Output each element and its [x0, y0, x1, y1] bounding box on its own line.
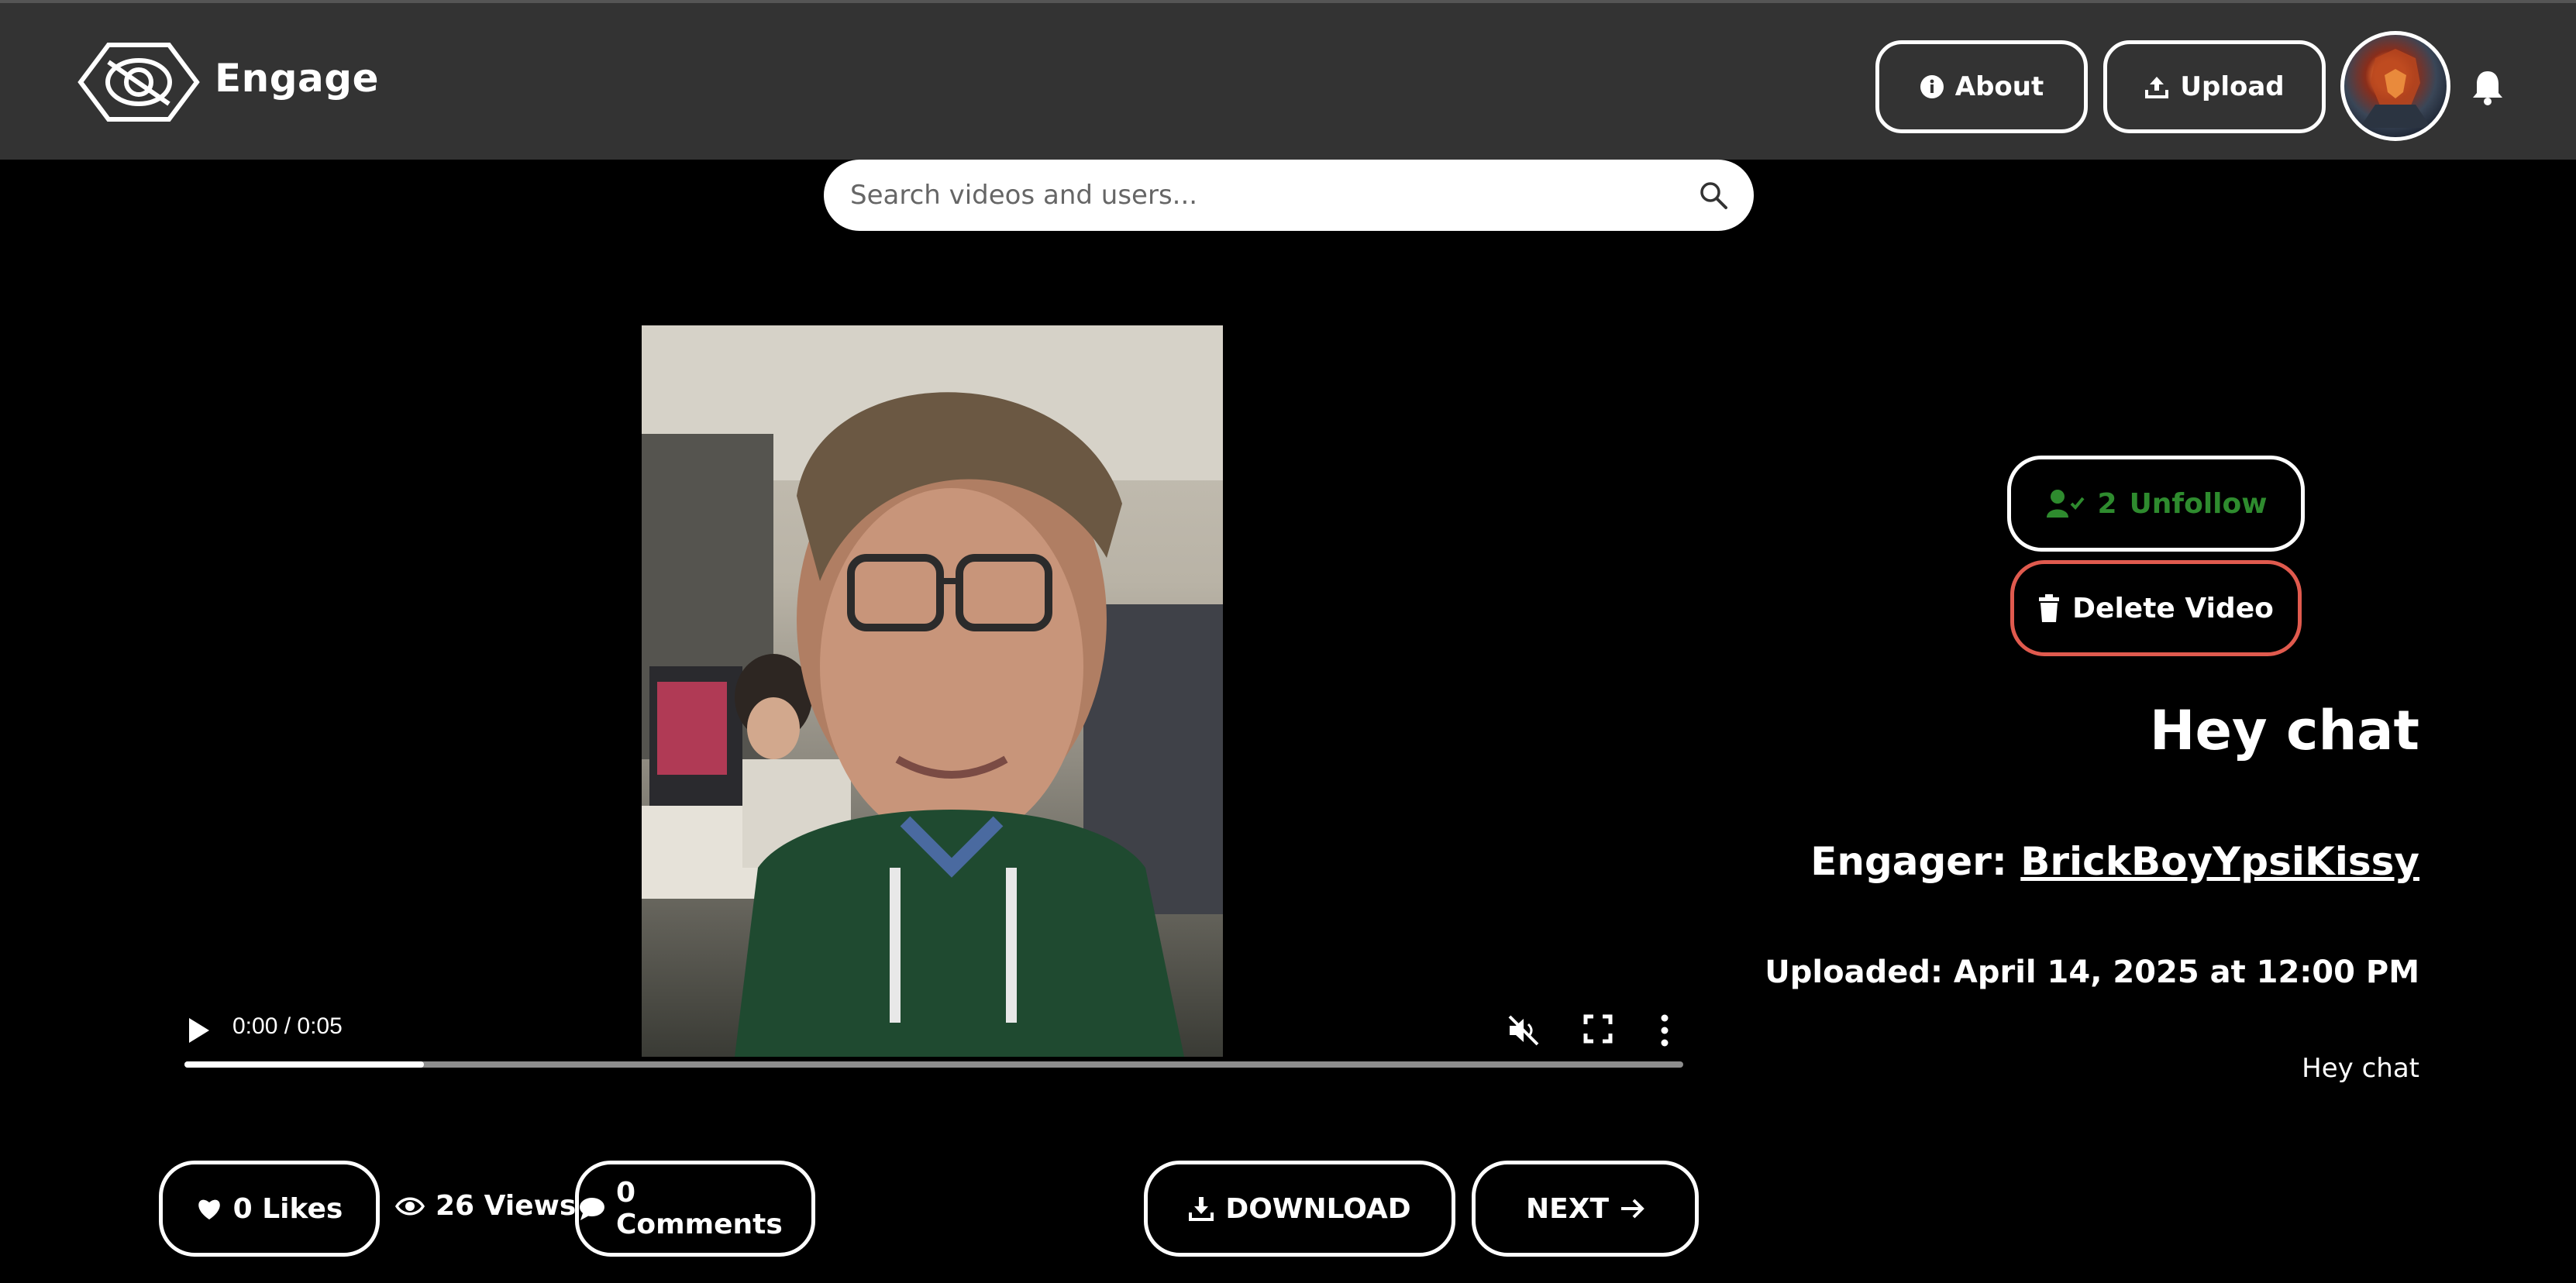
unfollow-label: Unfollow	[2129, 487, 2268, 520]
more-options-icon[interactable]	[1657, 1012, 1672, 1049]
like-button[interactable]: 0 Likes	[159, 1161, 380, 1257]
user-following-icon	[2046, 490, 2085, 518]
play-icon[interactable]	[184, 1015, 212, 1046]
arrow-right-icon	[1621, 1199, 1644, 1219]
download-label: DOWNLOAD	[1225, 1192, 1411, 1225]
next-label: NEXT	[1525, 1192, 1610, 1225]
info-icon	[1920, 75, 1944, 98]
delete-video-button[interactable]: Delete Video	[2010, 560, 2302, 656]
trash-icon	[2039, 594, 2060, 622]
video-controls: 0:00 / 0:05	[180, 999, 1683, 1077]
views-count: 26 Views	[436, 1190, 577, 1222]
views-count-group: 26 Views	[395, 1190, 576, 1222]
search-input[interactable]	[849, 179, 1698, 212]
video-progress-fill	[184, 1061, 425, 1068]
search-bar	[824, 160, 1754, 231]
engage-logo-icon[interactable]	[77, 39, 200, 126]
avatar-image	[2360, 49, 2431, 128]
comments-count: 0 Comments	[615, 1177, 783, 1240]
muted-volume-icon[interactable]	[1507, 1013, 1541, 1047]
about-label: About	[1954, 71, 2044, 102]
top-navbar: Engage About Upload	[0, 0, 2576, 160]
video-time: 0:00 / 0:05	[232, 1013, 343, 1039]
heart-icon	[198, 1199, 220, 1219]
engager-prefix: Engager:	[1810, 839, 2021, 884]
comment-icon	[579, 1198, 604, 1220]
upload-icon	[2145, 77, 2169, 98]
download-button[interactable]: DOWNLOAD	[1144, 1161, 1455, 1257]
video-frame-image	[642, 325, 1223, 1057]
follower-count: 2	[2097, 487, 2117, 520]
video-description: Hey chat	[2302, 1053, 2419, 1084]
eye-icon	[395, 1197, 425, 1215]
next-video-button[interactable]: NEXT	[1472, 1161, 1699, 1257]
upload-label: Upload	[2180, 71, 2285, 102]
fullscreen-icon[interactable]	[1582, 1013, 1613, 1044]
video-title: Hey chat	[2149, 699, 2419, 762]
video-progress-bar[interactable]	[184, 1061, 1683, 1068]
delete-video-label: Delete Video	[2072, 592, 2274, 624]
notifications-bell-icon[interactable]	[2471, 68, 2505, 105]
unfollow-button[interactable]: 2 Unfollow	[2007, 456, 2305, 552]
video-player[interactable]	[642, 325, 1223, 1057]
likes-count: 0 Likes	[232, 1192, 343, 1225]
engager-username-link[interactable]: BrickBoyYpsiKissy	[2020, 839, 2419, 884]
comments-button[interactable]: 0 Comments	[575, 1161, 815, 1257]
user-avatar[interactable]	[2340, 31, 2450, 141]
download-icon	[1189, 1197, 1214, 1221]
upload-date: Uploaded: April 14, 2025 at 12:00 PM	[1765, 955, 2419, 990]
engager-line: Engager: BrickBoyYpsiKissy	[1810, 839, 2419, 884]
upload-button[interactable]: Upload	[2103, 40, 2326, 133]
brand-name[interactable]: Engage	[215, 56, 379, 101]
search-icon[interactable]	[1698, 180, 1729, 211]
about-button[interactable]: About	[1875, 40, 2088, 133]
